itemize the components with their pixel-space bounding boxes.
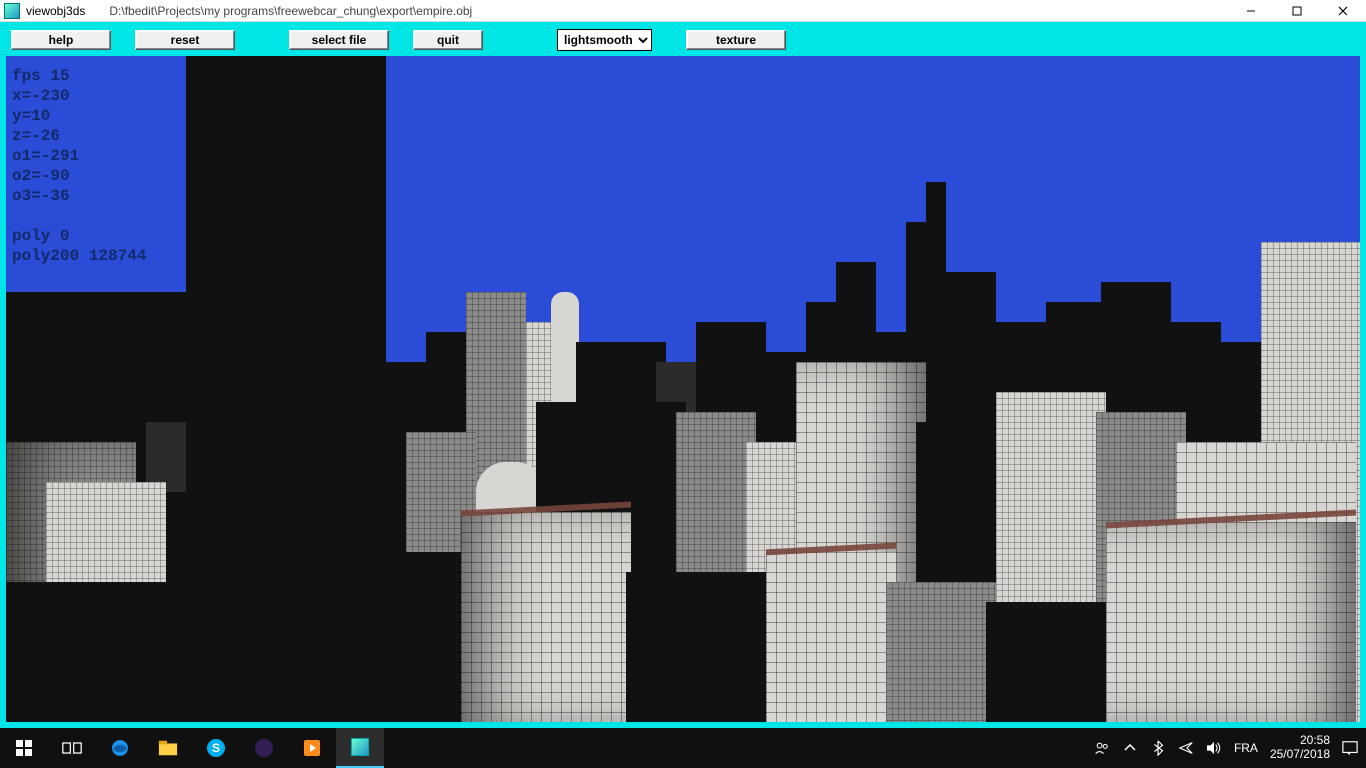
app-name: viewobj3ds — [26, 4, 85, 18]
app-icon — [4, 3, 20, 19]
file-path: D:\fbedit\Projects\my programs\freewebca… — [109, 4, 472, 18]
toolbar: help reset select file quit lightsmooth … — [5, 27, 1361, 53]
close-button[interactable] — [1320, 0, 1366, 22]
firefox-icon[interactable] — [240, 728, 288, 768]
volume-icon[interactable] — [1206, 740, 1222, 756]
help-button[interactable]: help — [11, 30, 111, 50]
maximize-button[interactable] — [1274, 0, 1320, 22]
3d-viewport[interactable]: fps 15 x=-230 y=10 z=-26 o1=-291 o2=-90 … — [6, 56, 1360, 722]
city-scene — [6, 56, 1360, 722]
window-controls — [1228, 0, 1366, 22]
app-frame: help reset select file quit lightsmooth … — [0, 22, 1366, 728]
shading-mode-select[interactable]: lightsmooth — [557, 29, 652, 51]
taskbar: S FRA 20:58 25/07/2018 — [0, 728, 1366, 768]
edge-icon[interactable] — [96, 728, 144, 768]
select-file-button[interactable]: select file — [289, 30, 389, 50]
notifications-icon[interactable] — [1342, 740, 1358, 756]
tray-chevron-icon[interactable] — [1122, 740, 1138, 756]
clock-date: 25/07/2018 — [1270, 748, 1330, 762]
app-taskbar-icon[interactable] — [336, 728, 384, 768]
clock-time: 20:58 — [1270, 734, 1330, 748]
window-titlebar: viewobj3ds D:\fbedit\Projects\my program… — [0, 0, 1366, 22]
file-explorer-icon[interactable] — [144, 728, 192, 768]
minimize-button[interactable] — [1228, 0, 1274, 22]
start-button[interactable] — [0, 728, 48, 768]
media-player-icon[interactable] — [288, 728, 336, 768]
people-icon[interactable] — [1094, 740, 1110, 756]
language-indicator[interactable]: FRA — [1234, 741, 1258, 755]
texture-button[interactable]: texture — [686, 30, 786, 50]
svg-text:S: S — [212, 741, 220, 755]
airplane-mode-icon[interactable] — [1178, 740, 1194, 756]
skype-icon[interactable]: S — [192, 728, 240, 768]
task-view-button[interactable] — [48, 728, 96, 768]
quit-button[interactable]: quit — [413, 30, 483, 50]
stats-overlay: fps 15 x=-230 y=10 z=-26 o1=-291 o2=-90 … — [12, 66, 146, 266]
reset-button[interactable]: reset — [135, 30, 235, 50]
clock[interactable]: 20:58 25/07/2018 — [1270, 734, 1330, 762]
bluetooth-icon[interactable] — [1150, 740, 1166, 756]
